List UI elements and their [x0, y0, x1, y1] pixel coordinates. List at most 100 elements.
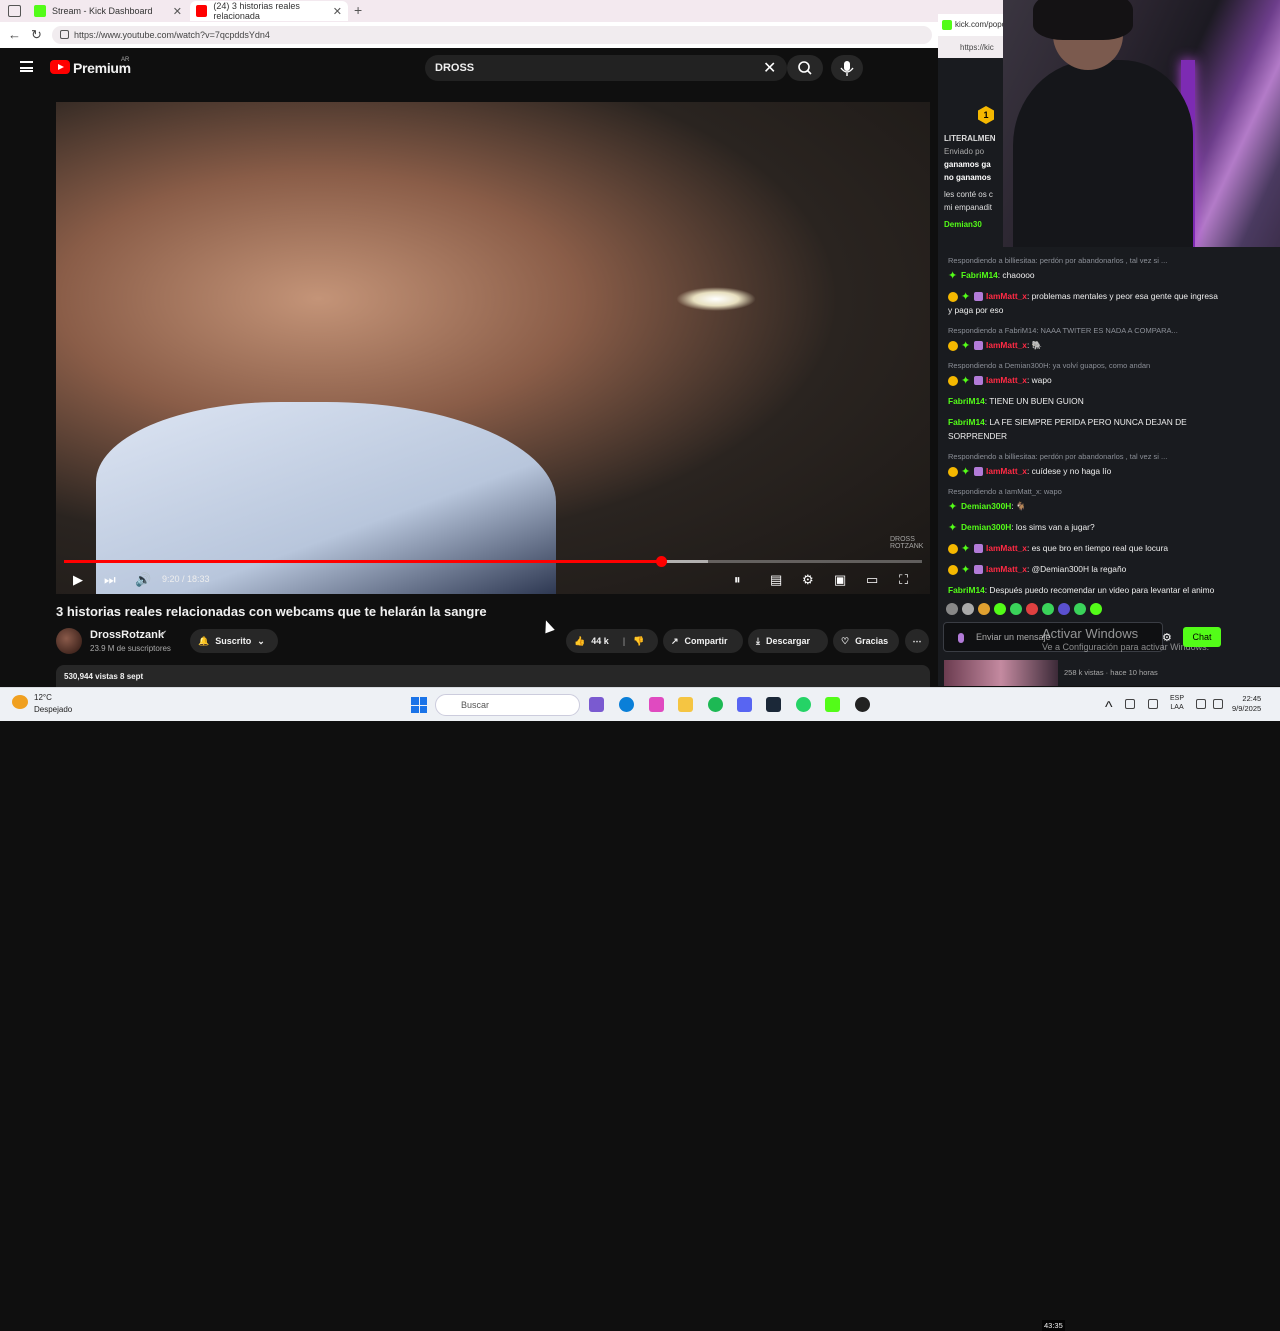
url-field[interactable]: https://www.youtube.com/watch?v=7qcpddsY… — [52, 26, 932, 44]
video-player[interactable]: DROSS ROTZANK ▶ ⏭ 🔊 9:20 / 18:33 ⏸ ▤ ⚙ ▣… — [56, 102, 930, 594]
subtitles-icon[interactable]: ▤ — [770, 572, 782, 588]
channel-avatar[interactable] — [56, 628, 82, 654]
chat-username[interactable]: IamMatt_x — [986, 564, 1027, 574]
chat-username[interactable]: IamMatt_x — [986, 375, 1027, 385]
voice-search-button[interactable] — [831, 55, 863, 81]
theater-mode-icon[interactable]: ▭ — [866, 572, 878, 588]
kick-app-icon[interactable] — [825, 697, 840, 712]
spotify-icon[interactable] — [708, 697, 723, 712]
emote-icon[interactable] — [962, 603, 974, 615]
next-video-thumbnail[interactable]: 43:35 — [944, 660, 1065, 1331]
chat-message[interactable]: ✦ IamMatt_x: @Demian300H la regaño — [948, 562, 1224, 576]
chat-username[interactable]: FabriM14 — [961, 270, 998, 280]
emote-icon[interactable] — [978, 603, 990, 615]
autoplay-toggle-icon[interactable]: ⏸ — [734, 572, 741, 588]
volume-icon[interactable]: 🔊 — [135, 572, 151, 588]
more-actions-button[interactable]: ⋯ — [905, 629, 929, 653]
chat-message[interactable]: FabriM14: LA FE SIEMPRE PERIDA PERO NUNC… — [948, 415, 1224, 443]
copilot-icon[interactable] — [649, 697, 664, 712]
obs-icon[interactable] — [855, 697, 870, 712]
tray-app-icon[interactable] — [1125, 699, 1135, 709]
chat-username[interactable]: IamMatt_x — [986, 543, 1027, 553]
folder-icon[interactable] — [678, 697, 693, 712]
clear-search-icon[interactable]: ✕ — [763, 58, 776, 78]
chat-username[interactable]: FabriM14 — [948, 396, 985, 406]
weather-condition[interactable]: Despejado — [34, 705, 72, 714]
progress-bar[interactable] — [64, 556, 922, 567]
next-video-icon[interactable]: ⏭ — [104, 572, 116, 588]
volume-icon[interactable] — [1213, 699, 1223, 709]
chat-message[interactable]: ✦ Demian300H: los sims van a jugar? — [948, 520, 1224, 534]
chat-username[interactable]: IamMatt_x — [986, 340, 1027, 350]
emote-icon[interactable] — [1090, 603, 1102, 615]
chevron-up-icon[interactable]: ^ — [1105, 699, 1115, 716]
tab-youtube-video[interactable]: (24) 3 historias reales relacionada ✕ — [190, 1, 348, 21]
chat-username[interactable]: IamMatt_x — [986, 291, 1027, 301]
weather-icon[interactable] — [12, 695, 28, 709]
chat-message[interactable]: FabriM14: Después puedo recomendar un vi… — [948, 583, 1224, 597]
chat-message[interactable]: ✦ IamMatt_x: problemas mentales y peor es… — [948, 289, 1224, 317]
back-icon[interactable]: ← — [8, 27, 21, 42]
emote-icon[interactable] — [994, 603, 1006, 615]
input-language[interactable]: ESP LAA — [1170, 694, 1184, 712]
chat-message[interactable]: Respondiendo a Demian300H: ya volví guap… — [948, 359, 1224, 387]
fullscreen-icon[interactable]: ⛶ — [899, 572, 908, 588]
like-count[interactable]: 44 k — [591, 636, 609, 646]
chat-username[interactable]: IamMatt_x — [986, 466, 1027, 476]
share-button[interactable]: ↗ Compartir — [663, 629, 743, 653]
new-tab-icon[interactable]: + — [354, 2, 362, 18]
thanks-button[interactable]: ♡ Gracias — [833, 629, 899, 653]
system-clock[interactable]: 22:45 9/9/2025 — [1232, 694, 1261, 714]
chat-settings-gear-icon[interactable]: ⚙ — [1162, 631, 1172, 644]
reload-icon[interactable]: ↻ — [31, 27, 42, 43]
chat-message[interactable]: FabriM14: TIENE UN BUEN GUION — [948, 394, 1224, 408]
emote-icon[interactable] — [1042, 603, 1054, 615]
chat-message[interactable]: Respondiendo a FabriM14: NAAA TWITER ES … — [948, 324, 1224, 352]
chat-username[interactable]: Demian300H — [961, 522, 1011, 532]
tray-mic-icon[interactable] — [1148, 699, 1158, 709]
steam-icon[interactable] — [766, 697, 781, 712]
discord-icon[interactable] — [737, 697, 752, 712]
chat-message[interactable]: Respondiendo a billiesitaa: perdón por a… — [948, 450, 1224, 478]
close-tab-icon[interactable]: ✕ — [333, 5, 342, 18]
microphone-icon[interactable] — [958, 633, 964, 643]
play-icon[interactable]: ▶ — [73, 572, 83, 588]
emote-icon[interactable] — [1026, 603, 1038, 615]
edge-browser-icon[interactable] — [619, 697, 634, 712]
search-button[interactable] — [787, 55, 823, 81]
like-icon[interactable]: 👍 — [574, 636, 585, 647]
emote-icon[interactable] — [1058, 603, 1070, 615]
chat-message[interactable]: Respondiendo a IamMatt_x: wapo ✦ Demian300… — [948, 485, 1224, 513]
network-icon[interactable] — [1196, 699, 1206, 709]
site-info-icon[interactable] — [60, 30, 69, 39]
search-input[interactable]: DROSS ✕ — [425, 55, 787, 81]
chat-username[interactable]: FabriM14 — [948, 417, 985, 427]
miniplayer-icon[interactable]: ▣ — [834, 572, 846, 588]
tab-actions-icon[interactable] — [8, 5, 21, 17]
emote-icon[interactable] — [1074, 603, 1086, 615]
dislike-icon[interactable]: 👎 — [633, 636, 644, 647]
tab-kick-dashboard[interactable]: Stream - Kick Dashboard ✕ — [28, 1, 188, 21]
taskbar-search-input[interactable]: Buscar — [435, 694, 580, 716]
windows-start-icon[interactable] — [411, 697, 427, 713]
progress-scrubber[interactable] — [656, 556, 668, 567]
youtube-logo-icon[interactable] — [50, 60, 70, 74]
download-button[interactable]: ⤓ Descargar — [748, 629, 828, 653]
emote-icon[interactable] — [946, 603, 958, 615]
channel-name[interactable]: DrossRotzank — [90, 629, 164, 641]
chat-username[interactable]: Demian300H — [961, 501, 1011, 511]
weather-temperature[interactable]: 12°C — [34, 693, 52, 702]
close-tab-icon[interactable]: ✕ — [173, 5, 182, 18]
settings-gear-icon[interactable]: ⚙ — [802, 572, 814, 588]
verified-badge-icon: ✦ — [961, 374, 971, 387]
chat-username[interactable]: FabriM14 — [948, 585, 985, 595]
whatsapp-icon[interactable] — [796, 697, 811, 712]
send-chat-button[interactable]: Chat — [1183, 627, 1221, 647]
file-manager-app-icon[interactable] — [589, 697, 604, 712]
emote-icon[interactable] — [1010, 603, 1022, 615]
chat-message[interactable]: Respondiendo a billiesitaa: perdón por a… — [948, 254, 1224, 282]
chat-message[interactable]: ✦ IamMatt_x: es que bro en tiempo real qu… — [948, 541, 1224, 555]
hamburger-menu-icon[interactable] — [20, 61, 33, 72]
subscribe-button[interactable]: 🔔 Suscrito ⌄ — [190, 629, 278, 653]
description-box[interactable]: 530,944 vistas 8 sept — [56, 665, 930, 687]
